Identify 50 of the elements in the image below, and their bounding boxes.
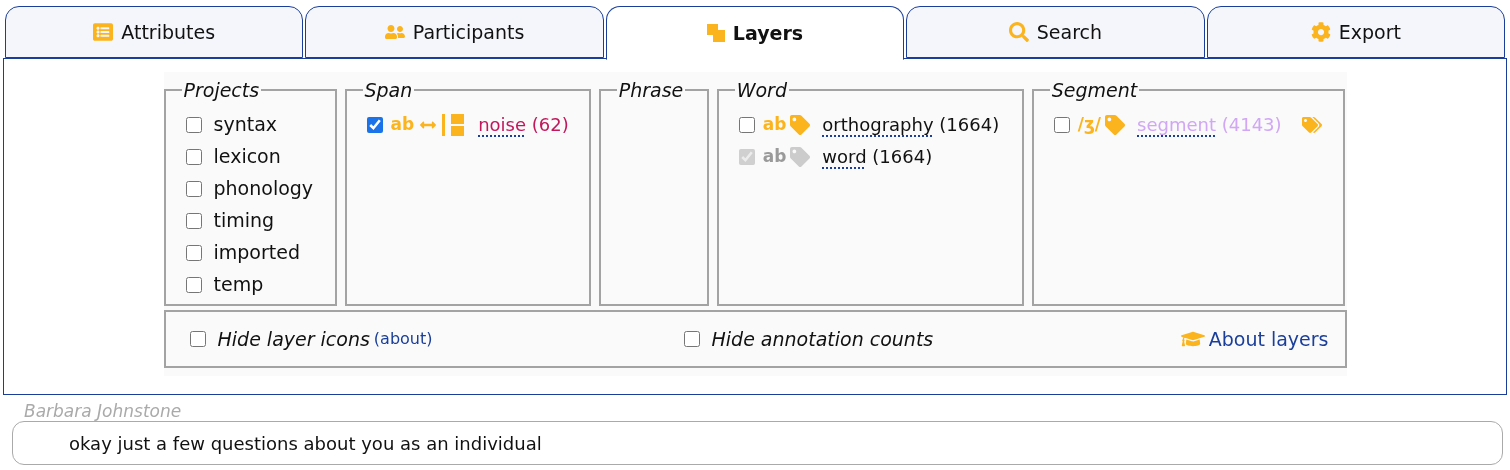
checkbox[interactable]: [189, 331, 206, 347]
layer-type-label: ab: [762, 112, 787, 136]
checkbox[interactable]: [185, 244, 202, 261]
checkbox[interactable]: [185, 116, 202, 133]
checkbox[interactable]: [366, 116, 383, 133]
layer-type-label: /ʒ/: [1077, 112, 1101, 136]
layer-name[interactable]: noise (62): [478, 111, 569, 138]
checkbox[interactable]: [185, 276, 202, 293]
project-label: timing: [213, 208, 275, 234]
checkbox[interactable]: [185, 212, 202, 229]
layers-icon: [706, 24, 725, 42]
group-title: Phrase: [617, 78, 685, 103]
layer-type-label: ab: [390, 112, 415, 136]
checkbox[interactable]: [185, 148, 202, 165]
project-label: lexicon: [213, 144, 281, 170]
option-label: Hide layer icons: [217, 326, 370, 352]
graduation-cap-icon: [1180, 329, 1205, 349]
checkbox[interactable]: [683, 331, 700, 347]
project-label: syntax: [213, 112, 278, 138]
tab[interactable]: Attributes: [5, 6, 304, 58]
about-layers-link[interactable]: About layers: [1180, 324, 1329, 354]
layer-type-label: ab: [762, 144, 787, 168]
group-title: Projects: [182, 78, 261, 103]
tags-icon: [1301, 114, 1322, 135]
tag-icon: [790, 146, 811, 167]
list-icon: [93, 22, 114, 42]
tab[interactable]: Layers: [605, 6, 905, 60]
tab[interactable]: Participants: [305, 6, 604, 58]
search-icon: [1008, 22, 1029, 42]
project-label: temp: [213, 272, 264, 298]
about-link[interactable]: (about): [373, 327, 433, 351]
tag-icon: [790, 114, 811, 135]
option-label: Hide annotation counts: [711, 326, 934, 352]
layer-name[interactable]: orthography (1664): [822, 111, 1000, 138]
checkbox[interactable]: [185, 180, 202, 197]
utterance: okay just a few questions about you as an individual: [12, 421, 1503, 465]
checkbox[interactable]: [1053, 116, 1070, 133]
group-title: Segment: [1050, 78, 1139, 103]
project-label: imported: [213, 240, 300, 266]
tab[interactable]: Export: [1206, 6, 1506, 58]
people-icon: [384, 22, 405, 42]
tab[interactable]: Search: [906, 6, 1205, 58]
bars-icon: [442, 113, 467, 136]
group-title: Word: [735, 78, 788, 103]
checkbox[interactable]: [738, 116, 755, 133]
speaker-name: Barbara Johnstone: [24, 401, 183, 421]
tag-icon: [1105, 114, 1125, 135]
group-title: Span: [363, 78, 414, 103]
project-label: phonology: [213, 176, 314, 202]
gear-icon: [1310, 22, 1331, 42]
